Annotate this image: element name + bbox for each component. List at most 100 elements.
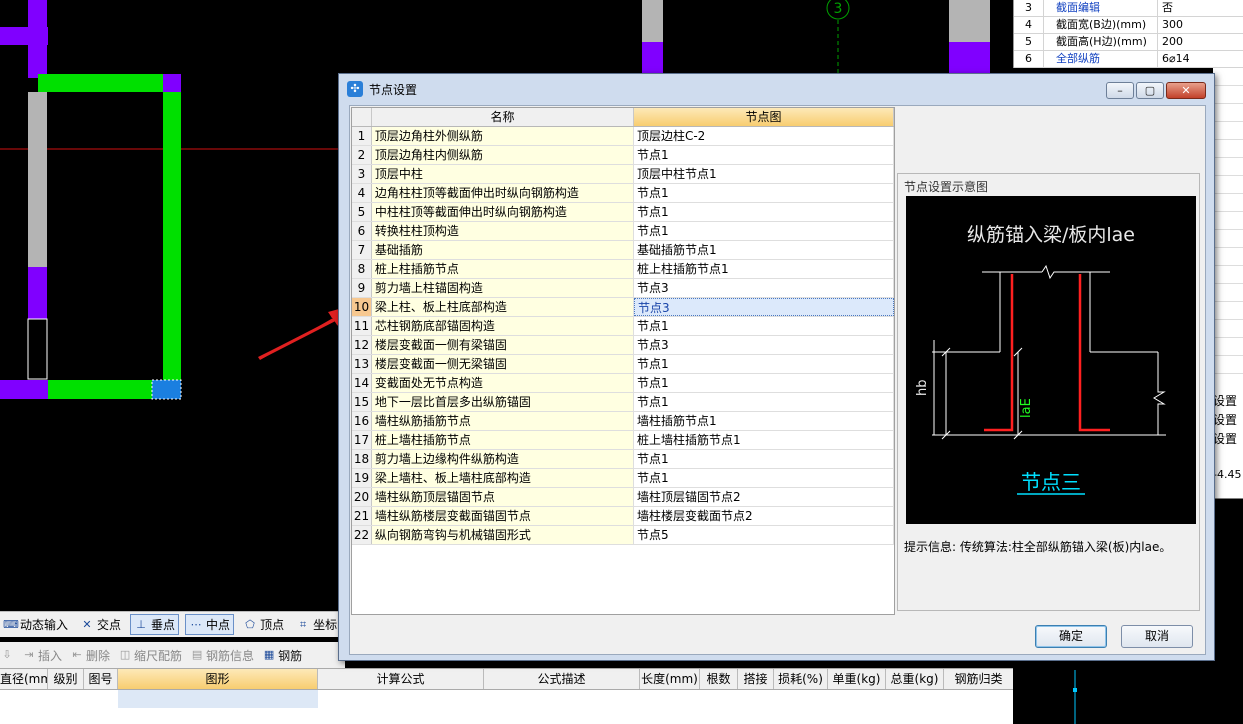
node-pic-cell[interactable]: 节点5 (634, 526, 894, 544)
node-pic-cell[interactable]: 墙柱楼层变截面节点2 (634, 507, 894, 525)
dynamic-input-button[interactable]: ⌨ 动态输入 (0, 615, 71, 634)
node-name-cell: 墙柱纵筋顶层锚固节点 (371, 488, 634, 506)
diagram-title: 纵筋锚入梁/板内lae (967, 224, 1135, 246)
minimize-icon: – (1117, 84, 1123, 97)
node-pic-cell[interactable]: 节点3 (633, 298, 894, 316)
column-header[interactable]: 钢筋归类 (944, 669, 1013, 689)
node-pic-cell[interactable]: 节点1 (634, 374, 894, 392)
column-header[interactable]: 根数 (700, 669, 738, 689)
property-row[interactable]: 4 截面宽(B边)(mm) 300 (1014, 17, 1243, 34)
node-pic-cell[interactable]: 桩上墙柱插筋节点1 (634, 431, 894, 449)
table-row[interactable]: 22 纵向钢筋弯钩与机械锚固形式 节点5 (352, 526, 894, 545)
node-name-cell: 墙柱纵筋楼层变截面锚固节点 (371, 507, 634, 525)
column-header[interactable]: 总重(kg) (886, 669, 944, 689)
coordinate-button[interactable]: ⌗ 坐标 (293, 615, 340, 634)
column-header[interactable]: 公式描述 (484, 669, 640, 689)
table-row[interactable]: 13 楼层变截面一侧无梁锚固 节点1 (352, 355, 894, 374)
cancel-button[interactable]: 取消 (1121, 625, 1193, 648)
node-pic-cell[interactable]: 节点3 (634, 279, 894, 297)
node-pic-cell[interactable]: 顶层边柱C-2 (634, 127, 894, 145)
node-pic-cell[interactable]: 节点1 (634, 222, 894, 240)
perpendicular-snap-button[interactable]: ⊥ 垂点 (130, 614, 180, 635)
side-label[interactable]: 设置 (1213, 392, 1237, 409)
table-row[interactable]: 4 边角柱柱顶等截面伸出时纵向钢筋构造 节点1 (352, 184, 894, 203)
node-name-cell: 基础插筋 (371, 241, 634, 259)
table-row[interactable]: 19 梁上墙柱、板上墙柱底部构造 节点1 (352, 469, 894, 488)
node-name-cell: 楼层变截面一侧有梁锚固 (371, 336, 634, 354)
side-label[interactable]: 设置 (1213, 411, 1237, 428)
property-row[interactable]: 3 截面编辑否 (1014, 0, 1243, 17)
ok-button[interactable]: 确定 (1035, 625, 1107, 648)
node-pic-cell[interactable]: 节点1 (634, 450, 894, 468)
table-row[interactable]: 9 剪力墙上柱锚固构造 节点3 (352, 279, 894, 298)
close-button[interactable]: ✕ (1166, 82, 1206, 99)
grid-cell[interactable] (118, 690, 318, 708)
node-pic-cell[interactable]: 基础插筋节点1 (634, 241, 894, 259)
column-header-node-pic[interactable]: 节点图 (633, 108, 894, 126)
table-row[interactable]: 5 中柱柱顶等截面伸出时纵向钢筋构造 节点1 (352, 203, 894, 222)
insert-button[interactable]: ⇥ 插入 (22, 647, 62, 664)
table-row[interactable]: 11 芯柱钢筋底部锚固构造 节点1 (352, 317, 894, 336)
node-name-cell: 桩上柱插筋节点 (371, 260, 634, 278)
midpoint-snap-button[interactable]: ⋯ 中点 (185, 614, 235, 635)
delete-button[interactable]: ⇤ 删除 (70, 647, 110, 664)
table-row[interactable]: 3 顶层中柱 顶层中柱节点1 (352, 165, 894, 184)
table-row[interactable]: 16 墙柱纵筋插筋节点 墙柱插筋节点1 (352, 412, 894, 431)
node-pic-cell[interactable]: 节点1 (634, 469, 894, 487)
node-pic-cell[interactable]: 节点1 (634, 355, 894, 373)
dialog-titlebar[interactable]: ✣ 节点设置 (339, 74, 1214, 104)
table-row[interactable]: 17 桩上墙柱插筋节点 桩上墙柱插筋节点1 (352, 431, 894, 450)
table-row[interactable]: 1 顶层边角柱外侧纵筋 顶层边柱C-2 (352, 127, 894, 146)
column-header[interactable]: 直径(mm) (0, 669, 48, 689)
table-row[interactable]: 18 剪力墙上边缘构件纵筋构造 节点1 (352, 450, 894, 469)
node-pic-cell[interactable]: 节点1 (634, 203, 894, 221)
red-arrow-shaft (259, 316, 339, 360)
table-row[interactable]: 2 顶层边角柱内侧纵筋 节点1 (352, 146, 894, 165)
rebar-button[interactable]: ▦ 钢筋 (262, 647, 302, 664)
rebar-grid-body[interactable] (0, 690, 1013, 724)
scale-rebar-button[interactable]: ◫ 缩尺配筋 (118, 647, 182, 664)
down-arrow-icon: ⇩ (2, 648, 12, 661)
minimize-button[interactable]: – (1106, 82, 1134, 99)
column-header[interactable]: 长度(mm) (640, 669, 700, 689)
node-pic-cell[interactable]: 桩上柱插筋节点1 (634, 260, 894, 278)
table-row[interactable]: 7 基础插筋 基础插筋节点1 (352, 241, 894, 260)
down-arrow-button[interactable]: ⇩ (0, 648, 14, 662)
table-row[interactable]: 12 楼层变截面一侧有梁锚固 节点3 (352, 336, 894, 355)
node-pic-cell[interactable]: 节点1 (634, 317, 894, 335)
node-pic-cell[interactable]: 墙柱顶层锚固节点2 (634, 488, 894, 506)
maximize-button[interactable]: ▢ (1136, 82, 1164, 99)
column-header[interactable]: 单重(kg) (828, 669, 886, 689)
column-header[interactable]: 图号 (84, 669, 118, 689)
property-panel: 3 截面编辑否 4 截面宽(B边)(mm) 300 5 截面高(H边)(mm) 200 6… (1013, 0, 1243, 68)
purple-corner-top (163, 74, 181, 92)
vertex-snap-button[interactable]: ⬠ 顶点 (240, 615, 287, 634)
property-row[interactable]: 6 全部纵筋 6⌀14 (1014, 51, 1243, 68)
table-row[interactable]: 6 转换柱柱顶构造 节点1 (352, 222, 894, 241)
table-row[interactable]: 10 梁上柱、板上柱底部构造 节点3 (352, 298, 894, 317)
property-row[interactable]: 5 截面高(H边)(mm) 200 (1014, 34, 1243, 51)
row-number: 20 (352, 488, 372, 506)
node-pic-cell[interactable]: 节点1 (634, 393, 894, 411)
node-pic-cell[interactable]: 顶层中柱节点1 (634, 165, 894, 183)
table-row[interactable]: 14 变截面处无节点构造 节点1 (352, 374, 894, 393)
column-header[interactable]: 图形 (118, 669, 318, 689)
node-pic-cell[interactable]: 节点1 (634, 184, 894, 202)
node-name-cell: 地下一层比首层多出纵筋锚固 (371, 393, 634, 411)
table-row[interactable]: 20 墙柱纵筋顶层锚固节点 墙柱顶层锚固节点2 (352, 488, 894, 507)
column-header[interactable]: 计算公式 (318, 669, 484, 689)
column-header[interactable]: 损耗(%) (774, 669, 828, 689)
column-header[interactable]: 搭接 (738, 669, 774, 689)
column-header-name[interactable]: 名称 (372, 108, 634, 126)
node-pic-cell[interactable]: 节点1 (634, 146, 894, 164)
node-pic-cell[interactable]: 节点3 (634, 336, 894, 354)
rebar-info-button[interactable]: ▤ 钢筋信息 (190, 647, 254, 664)
side-label[interactable]: 设置 (1213, 430, 1237, 447)
intersection-snap-button[interactable]: ✕ 交点 (77, 615, 124, 634)
table-row[interactable]: 8 桩上柱插筋节点 桩上柱插筋节点1 (352, 260, 894, 279)
table-row[interactable]: 21 墙柱纵筋楼层变截面锚固节点 墙柱楼层变截面节点2 (352, 507, 894, 526)
table-row[interactable]: 15 地下一层比首层多出纵筋锚固 节点1 (352, 393, 894, 412)
column-header[interactable]: 级别 (48, 669, 84, 689)
node-pic-cell[interactable]: 墙柱插筋节点1 (634, 412, 894, 430)
row-number: 12 (352, 336, 372, 354)
